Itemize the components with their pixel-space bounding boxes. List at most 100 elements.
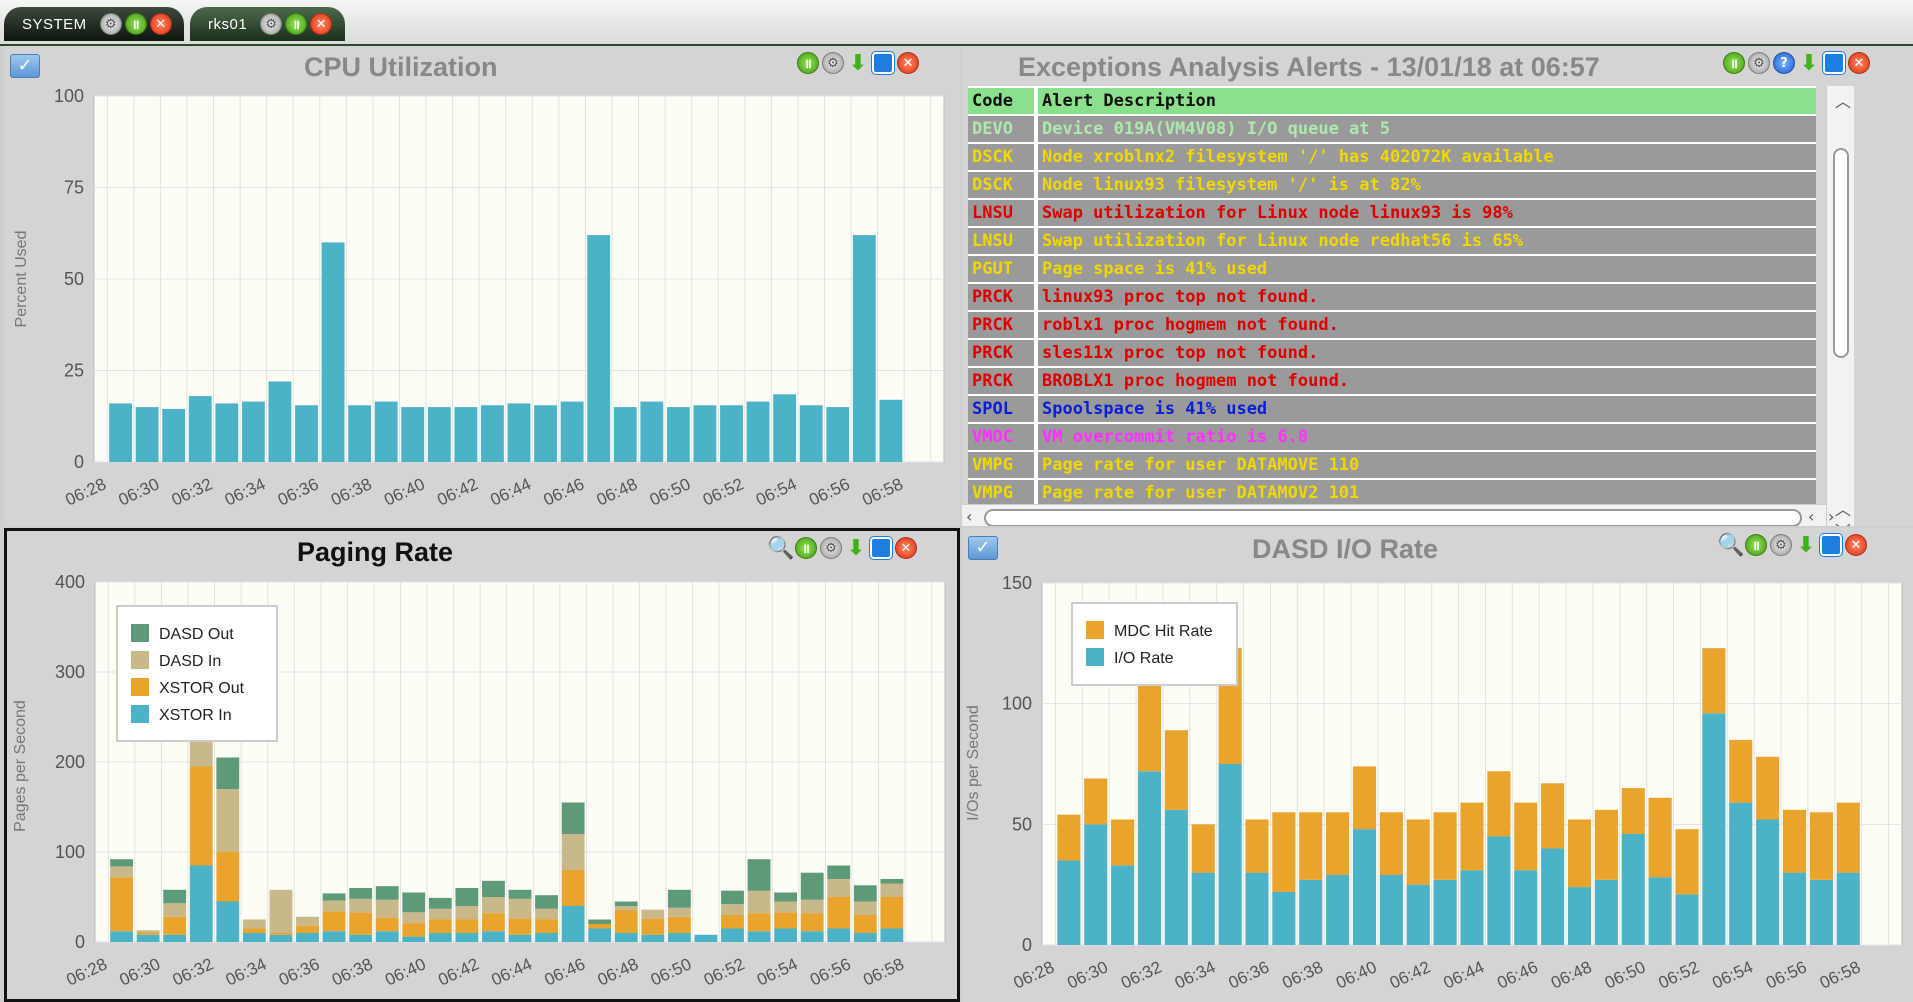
table-row[interactable]: PGUT Page space is 41% used	[968, 256, 1816, 282]
table-row[interactable]: PRCK roblx1 proc hogmem not found.	[968, 312, 1816, 338]
bar	[374, 401, 398, 462]
table-row[interactable]: DSCK Node linux93 filesystem '/' is at 82…	[968, 172, 1816, 198]
bar-segment	[428, 933, 452, 942]
download-icon[interactable]: ⬇	[1798, 51, 1820, 76]
pause-icon[interactable]: ॥	[124, 13, 147, 35]
alert-code: LNSU	[968, 200, 1034, 226]
x-tick-label: 06:46	[542, 954, 589, 989]
x-tick-label: 06:36	[1226, 957, 1273, 992]
close-icon[interactable]: ✕	[1848, 52, 1870, 74]
bar-segment	[242, 919, 266, 929]
tab-system[interactable]: SYSTEM ⚙ ॥ ✕	[4, 7, 184, 41]
scroll-up-icon[interactable]: ︿	[1835, 88, 1851, 112]
x-tick-label: 06:46	[541, 474, 588, 509]
bar-segment	[1057, 860, 1081, 945]
bar-segment	[1541, 783, 1565, 849]
legend-label: DASD Out	[159, 626, 234, 643]
table-row[interactable]: VMOC VM overcommit ratio is 6.8	[968, 424, 1816, 450]
bar	[666, 407, 690, 462]
bar-segment	[1729, 802, 1753, 945]
maximize-icon[interactable]	[1823, 52, 1845, 74]
bar-segment	[189, 766, 213, 866]
bar-segment	[1541, 848, 1565, 945]
bar-segment	[296, 916, 319, 926]
scroll-left-icon[interactable]: ‹	[1808, 507, 1814, 526]
scrollbar-thumb[interactable]	[984, 509, 1802, 526]
scroll-down-icon[interactable]: ﹀	[1835, 518, 1851, 526]
bar-segment	[1567, 887, 1592, 945]
bar-segment	[1406, 884, 1430, 945]
table-row[interactable]: PRCK linux93 proc top not found.	[968, 284, 1816, 310]
table-row[interactable]: PRCK BROBLX1 proc hogmem not found.	[968, 368, 1816, 394]
pause-icon[interactable]: ॥	[285, 13, 308, 35]
bar-segment	[667, 916, 691, 933]
bar-segment	[375, 899, 399, 918]
legend-swatch	[131, 705, 149, 723]
scroll-right-icon[interactable]: ›	[1828, 507, 1834, 526]
bar-segment	[667, 933, 691, 942]
bar-segment	[1057, 814, 1081, 861]
table-row[interactable]: VMPG Page rate for user DATAMOV2 101	[968, 480, 1816, 504]
bar-segment	[296, 925, 319, 933]
table-row[interactable]: SPOL Spoolspace is 41% used	[968, 396, 1816, 422]
pause-icon[interactable]: ॥	[1723, 52, 1745, 74]
gear-icon[interactable]: ⚙	[99, 13, 122, 35]
bar-segment	[1137, 771, 1162, 945]
gear-icon[interactable]: ⚙	[1748, 52, 1770, 74]
bar-segment	[694, 934, 718, 942]
scrollbar-thumb[interactable]	[1833, 148, 1849, 358]
table-row[interactable]: LNSU Swap utilization for Linux node redh…	[968, 228, 1816, 254]
x-tick-label: 06:42	[435, 954, 482, 989]
bar-segment	[1164, 809, 1188, 945]
bar-segment	[827, 879, 851, 897]
bar-segment	[163, 916, 187, 935]
bar	[401, 407, 425, 462]
bar-segment	[747, 931, 771, 942]
bar-segment	[1245, 872, 1269, 945]
bar	[135, 407, 159, 462]
help-icon[interactable]: ?	[1773, 52, 1795, 74]
legend-label: I/O Rate	[1114, 650, 1174, 667]
close-icon[interactable]: ✕	[149, 13, 172, 35]
bar-segment	[1487, 771, 1511, 837]
horizontal-scrollbar[interactable]: ‹ ‹ ›	[962, 504, 1834, 526]
x-tick-label: 06:52	[701, 954, 748, 989]
vertical-scrollbar[interactable]: ︿ ︿ ﹀	[1826, 86, 1854, 526]
legend-swatch	[131, 624, 149, 642]
table-row[interactable]: DEVO Device 019A(VM4V08) I/O queue at 5	[968, 116, 1816, 142]
x-tick-label: 06:54	[753, 474, 800, 509]
x-tick-label: 06:56	[1763, 957, 1810, 992]
alert-code: SPOL	[968, 396, 1034, 422]
dasd-io-rate-panel: ✓ DASD I/O Rate 🔍 ॥ ⚙ ⬇ ✕ 0 50 100 150 06:28…	[962, 528, 1913, 1002]
tab-rks01[interactable]: rks01 ⚙ ॥ ✕	[190, 7, 345, 41]
bar-segment	[1702, 648, 1726, 714]
bar-segment	[561, 870, 585, 906]
bar-segment	[1352, 766, 1377, 830]
legend-label: XSTOR Out	[159, 680, 245, 697]
bar-segment	[1326, 875, 1350, 945]
alert-description: Spoolspace is 41% used	[1038, 396, 1816, 422]
bar-segment	[136, 930, 160, 933]
alert-code: VMPG	[968, 480, 1034, 504]
scroll-up-icon[interactable]: ︿	[1835, 496, 1851, 520]
scroll-left-icon[interactable]: ‹	[966, 507, 972, 526]
gear-icon[interactable]: ⚙	[260, 13, 283, 35]
bar-segment	[588, 928, 612, 942]
table-row[interactable]: LNSU Swap utilization for Linux node linu…	[968, 200, 1816, 226]
bar-segment	[322, 911, 346, 932]
x-tick-label: 06:40	[1333, 957, 1380, 992]
table-row[interactable]: VMPG Page rate for user DATAMOVE 110	[968, 452, 1816, 478]
table-row[interactable]: PRCK sles11x proc top not found.	[968, 340, 1816, 366]
bar-segment	[375, 886, 399, 900]
x-tick-label: 06:58	[859, 474, 906, 509]
x-tick-label: 06:42	[434, 474, 481, 509]
bar-segment	[880, 928, 904, 942]
x-tick-label: 06:48	[594, 474, 641, 509]
x-tick-label: 06:30	[117, 954, 164, 989]
close-icon[interactable]: ✕	[310, 13, 333, 35]
bar	[852, 235, 876, 462]
bar-segment	[827, 897, 851, 929]
table-row[interactable]: DSCK Node xroblnx2 filesystem '/' has 402…	[968, 144, 1816, 170]
x-tick-label: 06:28	[1011, 957, 1058, 992]
bar-segment	[349, 888, 373, 899]
